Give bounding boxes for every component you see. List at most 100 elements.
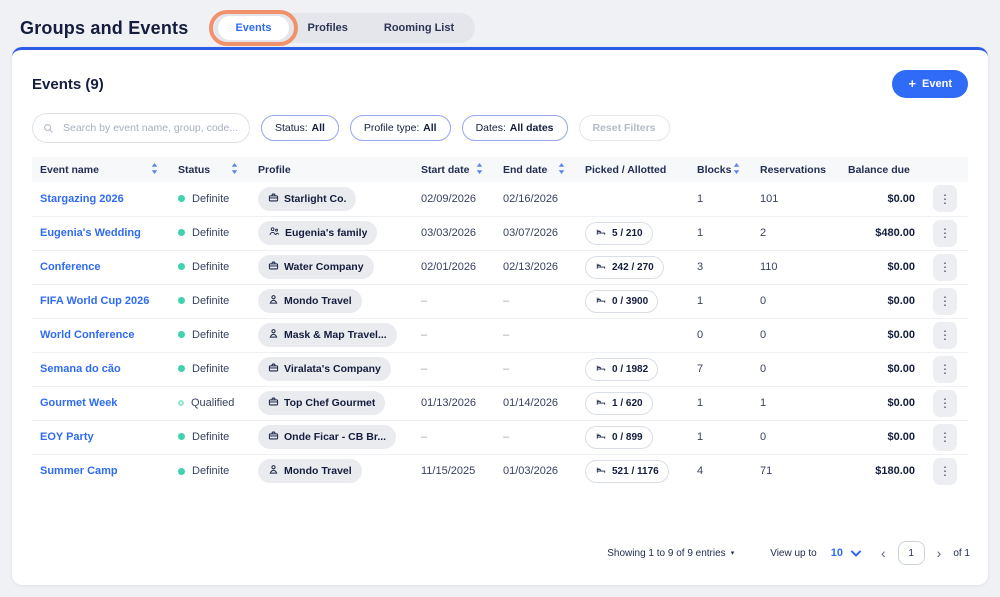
row-menu-button[interactable]: ⋮ xyxy=(933,254,957,281)
sort-icon[interactable] xyxy=(733,163,740,177)
column-header-end-date[interactable]: End date xyxy=(495,157,577,182)
next-page-button[interactable]: › xyxy=(937,546,942,560)
balance-due-cell: $0.00 xyxy=(840,284,925,318)
kebab-icon: ⋮ xyxy=(939,396,951,410)
sort-icon[interactable] xyxy=(151,163,158,177)
event-name-link[interactable]: World Conference xyxy=(40,329,135,341)
row-menu-button[interactable]: ⋮ xyxy=(933,322,957,349)
row-menu-button[interactable]: ⋮ xyxy=(933,288,957,315)
bed-icon xyxy=(595,465,607,478)
actions-cell: ⋮ xyxy=(925,182,968,216)
balance-due-cell: $0.00 xyxy=(840,386,925,420)
sort-icon[interactable] xyxy=(231,163,238,177)
family-icon xyxy=(268,226,280,240)
event-name-link[interactable]: Stargazing 2026 xyxy=(40,193,124,205)
actions-cell: ⋮ xyxy=(925,318,968,352)
table-row: FIFA World Cup 2026DefiniteMondo Travel–… xyxy=(32,284,968,318)
picked-allotted-badge: 0 / 1982 xyxy=(585,358,658,381)
dates-filter[interactable]: Dates: All dates xyxy=(462,115,568,141)
actions-cell: ⋮ xyxy=(925,420,968,454)
picked-allotted-cell: 1 / 620 xyxy=(577,386,689,420)
row-menu-button[interactable]: ⋮ xyxy=(933,424,957,451)
table-row: ConferenceDefiniteWater Company02/01/202… xyxy=(32,250,968,284)
actions-cell: ⋮ xyxy=(925,352,968,386)
kebab-icon: ⋮ xyxy=(939,260,951,274)
event-name-link[interactable]: Eugenia's Wedding xyxy=(40,227,141,239)
showing-entries-dropdown[interactable]: Showing 1 to 9 of 9 entries ▾ xyxy=(607,548,734,559)
row-menu-button[interactable]: ⋮ xyxy=(933,390,957,417)
event-name-cell: Conference xyxy=(32,250,170,284)
picked-allotted-badge: 1 / 620 xyxy=(585,392,653,415)
table-row: Semana do cãoDefiniteViralata's Company–… xyxy=(32,352,968,386)
column-header-event-name[interactable]: Event name xyxy=(32,157,170,182)
reset-filters-button[interactable]: Reset Filters xyxy=(579,115,670,141)
row-menu-button[interactable]: ⋮ xyxy=(933,356,957,383)
company-icon xyxy=(268,362,279,376)
search-input[interactable] xyxy=(32,113,250,143)
reservations-cell: 2 xyxy=(752,216,840,250)
sort-icon[interactable] xyxy=(476,163,483,177)
tab-profiles-label: Profiles xyxy=(308,22,348,34)
profile-cell: Top Chef Gourmet xyxy=(250,386,413,420)
company-icon xyxy=(268,430,279,444)
blocks-cell: 1 xyxy=(689,420,752,454)
status-label: Definite xyxy=(192,363,229,375)
picked-allotted-value: 0 / 899 xyxy=(612,432,643,443)
profile-type-filter[interactable]: Profile type: All xyxy=(350,115,451,141)
table-row: Gourmet WeekQualifiedTop Chef Gourmet01/… xyxy=(32,386,968,420)
profile-badge: Mondo Travel xyxy=(258,459,362,483)
column-header-reservations: Reservations xyxy=(752,157,840,182)
status-filter[interactable]: Status: All xyxy=(261,115,339,141)
blocks-cell: 1 xyxy=(689,284,752,318)
table-row: Eugenia's WeddingDefiniteEugenia's famil… xyxy=(32,216,968,250)
event-name-link[interactable]: FIFA World Cup 2026 xyxy=(40,295,149,307)
status-cell: Definite xyxy=(170,454,250,488)
profile-name: Onde Ficar - CB Br... xyxy=(284,431,386,443)
status-label: Definite xyxy=(192,261,229,273)
tab-events[interactable]: Events xyxy=(218,16,288,40)
company-icon xyxy=(268,260,279,274)
sort-icon[interactable] xyxy=(558,163,565,177)
search-icon xyxy=(43,121,54,139)
column-label: Balance due xyxy=(848,164,910,176)
add-event-button[interactable]: + Event xyxy=(892,70,968,98)
status-cell: Definite xyxy=(170,250,250,284)
event-name-cell: Eugenia's Wedding xyxy=(32,216,170,250)
profile-badge: Top Chef Gourmet xyxy=(258,391,385,415)
table-header-row: Event nameStatusProfileStart dateEnd dat… xyxy=(32,157,968,182)
row-menu-button[interactable]: ⋮ xyxy=(933,220,957,247)
page-size-select[interactable]: 10 xyxy=(831,547,861,559)
table-row: Summer CampDefiniteMondo Travel11/15/202… xyxy=(32,454,968,488)
event-name-link[interactable]: Conference xyxy=(40,261,101,273)
reservations-cell: 1 xyxy=(752,386,840,420)
balance-due-cell: $0.00 xyxy=(840,182,925,216)
row-menu-button[interactable]: ⋮ xyxy=(933,185,957,212)
balance-due-cell: $480.00 xyxy=(840,216,925,250)
column-header-status[interactable]: Status xyxy=(170,157,250,182)
previous-page-button[interactable]: ‹ xyxy=(881,546,886,560)
column-label: Start date xyxy=(421,164,469,176)
balance-due-cell: $0.00 xyxy=(840,250,925,284)
actions-cell: ⋮ xyxy=(925,454,968,488)
profile-badge: Water Company xyxy=(258,255,374,279)
caret-down-icon: ▾ xyxy=(731,549,735,557)
event-name-link[interactable]: Gourmet Week xyxy=(40,397,117,409)
end-date-cell: 01/03/2026 xyxy=(495,454,577,488)
event-name-link[interactable]: Semana do cão xyxy=(40,363,121,375)
current-page-box[interactable]: 1 xyxy=(898,541,925,565)
column-header-blocks[interactable]: Blocks xyxy=(689,157,752,182)
event-name-link[interactable]: EOY Party xyxy=(40,431,94,443)
status-dot-icon xyxy=(178,331,185,338)
end-date-cell: 01/14/2026 xyxy=(495,386,577,420)
tab-profiles[interactable]: Profiles xyxy=(291,16,365,40)
row-menu-button[interactable]: ⋮ xyxy=(933,458,957,485)
start-date-cell: 02/09/2026 xyxy=(413,182,495,216)
bed-icon xyxy=(595,397,607,410)
picked-allotted-cell: 521 / 1176 xyxy=(577,454,689,488)
chevron-down-icon xyxy=(851,550,861,557)
column-header-start-date[interactable]: Start date xyxy=(413,157,495,182)
tab-rooming-list[interactable]: Rooming List xyxy=(367,16,471,40)
picked-allotted-value: 1 / 620 xyxy=(612,398,643,409)
event-name-link[interactable]: Summer Camp xyxy=(40,465,118,477)
kebab-icon: ⋮ xyxy=(939,192,951,206)
